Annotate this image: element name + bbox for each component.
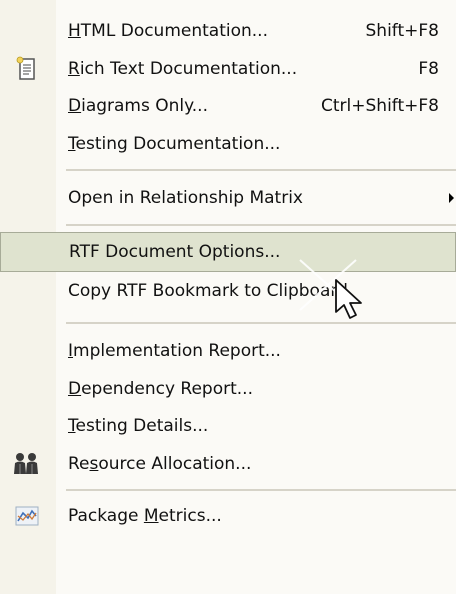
menu-item-implementation-report[interactable]: Implementation Report... — [0, 332, 456, 370]
menu-item-label: HTML Documentation... — [68, 21, 268, 41]
menu-separator — [66, 322, 456, 324]
menu-item-shortcut: Ctrl+Shift+F8 — [321, 96, 439, 116]
menu-item-html-documentation[interactable]: HTML Documentation... Shift+F8 — [0, 12, 456, 50]
menu-item-package-metrics[interactable]: Package Metrics... — [0, 497, 456, 535]
menu-separator — [66, 489, 456, 491]
menu-item-label: Testing Details... — [68, 416, 209, 436]
menu-item-rich-text-documentation[interactable]: Rich Text Documentation... F8 — [0, 50, 456, 88]
people-icon — [14, 453, 38, 474]
menu-item-testing-documentation[interactable]: Testing Documentation... — [0, 125, 456, 163]
menu-item-shortcut: Shift+F8 — [365, 21, 439, 41]
document-icon — [16, 56, 35, 80]
menu-item-label: Dependency Report... — [68, 379, 253, 399]
menu-item-shortcut: F8 — [418, 59, 439, 79]
mouse-pointer-icon — [335, 279, 362, 319]
submenu-arrow-icon — [449, 193, 454, 203]
menu-item-copy-rtf-bookmark[interactable]: Copy RTF Bookmark to Clipboard — [0, 272, 456, 310]
menu-item-label: Diagrams Only... — [68, 96, 208, 116]
metrics-chart-icon — [15, 506, 39, 526]
menu-item-label: Package Metrics... — [68, 506, 222, 526]
context-menu: HTML Documentation... Shift+F8 Rich Text… — [0, 0, 456, 594]
menu-item-rtf-document-options[interactable]: RTF Document Options... — [0, 232, 456, 272]
menu-item-testing-details[interactable]: Testing Details... — [0, 407, 456, 445]
menu-item-resource-allocation[interactable]: Resource Allocation... — [0, 445, 456, 483]
menu-item-label: RTF Document Options... — [69, 242, 281, 262]
menu-separator — [66, 169, 456, 171]
menu-item-label: Resource Allocation... — [68, 454, 252, 474]
menu-item-label: Implementation Report... — [68, 341, 281, 361]
menu-item-diagrams-only[interactable]: Diagrams Only... Ctrl+Shift+F8 — [0, 87, 456, 125]
menu-item-label: Open in Relationship Matrix — [68, 188, 303, 208]
menu-item-open-in-relationship-matrix[interactable]: Open in Relationship Matrix — [0, 179, 456, 217]
menu-item-label: Rich Text Documentation... — [68, 59, 298, 79]
menu-item-dependency-report[interactable]: Dependency Report... — [0, 370, 456, 408]
menu-item-label: Testing Documentation... — [68, 134, 281, 154]
menu-separator — [66, 224, 456, 226]
